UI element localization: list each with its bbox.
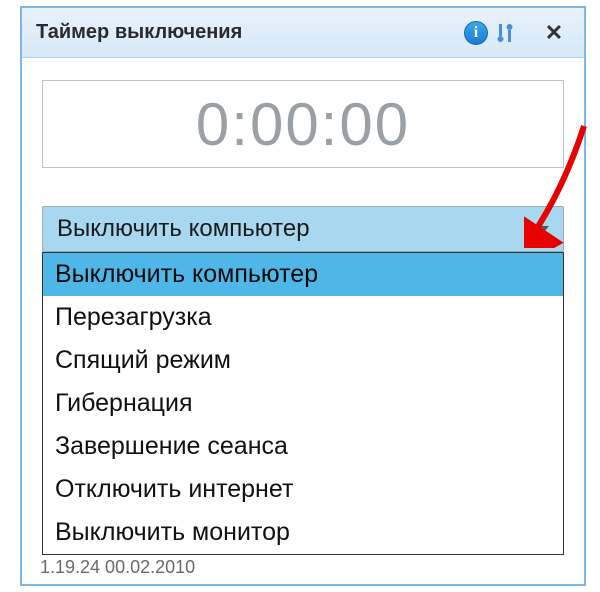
status-bar: 1.19.24 00.02.2010 — [40, 557, 195, 578]
timer-value: 0:00:00 — [196, 90, 410, 159]
info-icon: i — [474, 24, 478, 42]
dropdown-option[interactable]: Завершение сеанса — [43, 425, 563, 468]
action-dropdown: Выключить компьютер Выключить компьютерП… — [42, 206, 564, 252]
action-dropdown-list: Выключить компьютерПерезагрузкаСпящий ре… — [42, 252, 564, 555]
close-button[interactable]: ✕ — [534, 19, 574, 47]
dropdown-option[interactable]: Спящий режим — [43, 339, 563, 382]
close-icon: ✕ — [545, 20, 563, 46]
dropdown-option[interactable]: Гибернация — [43, 382, 563, 425]
titlebar-buttons: i ✕ — [464, 19, 574, 47]
app-window: Таймер выключения i ✕ 0:00:00 — [20, 6, 586, 586]
client-area: 0:00:00 Выключить компьютер Выключить ко… — [22, 58, 584, 262]
timer-display[interactable]: 0:00:00 — [42, 80, 564, 168]
window-title: Таймер выключения — [36, 21, 464, 44]
titlebar: Таймер выключения i ✕ — [22, 8, 584, 58]
settings-button[interactable] — [494, 19, 518, 47]
chevron-down-icon — [539, 226, 549, 232]
dropdown-option[interactable]: Выключить монитор — [43, 511, 563, 554]
dropdown-option[interactable]: Выключить компьютер — [43, 253, 563, 296]
dropdown-option[interactable]: Перезагрузка — [43, 296, 563, 339]
info-button[interactable]: i — [464, 21, 488, 45]
action-combobox[interactable]: Выключить компьютер — [42, 206, 564, 252]
dropdown-option[interactable]: Отключить интернет — [43, 468, 563, 511]
combobox-selected-text: Выключить компьютер — [57, 215, 310, 243]
tools-icon — [496, 22, 516, 44]
